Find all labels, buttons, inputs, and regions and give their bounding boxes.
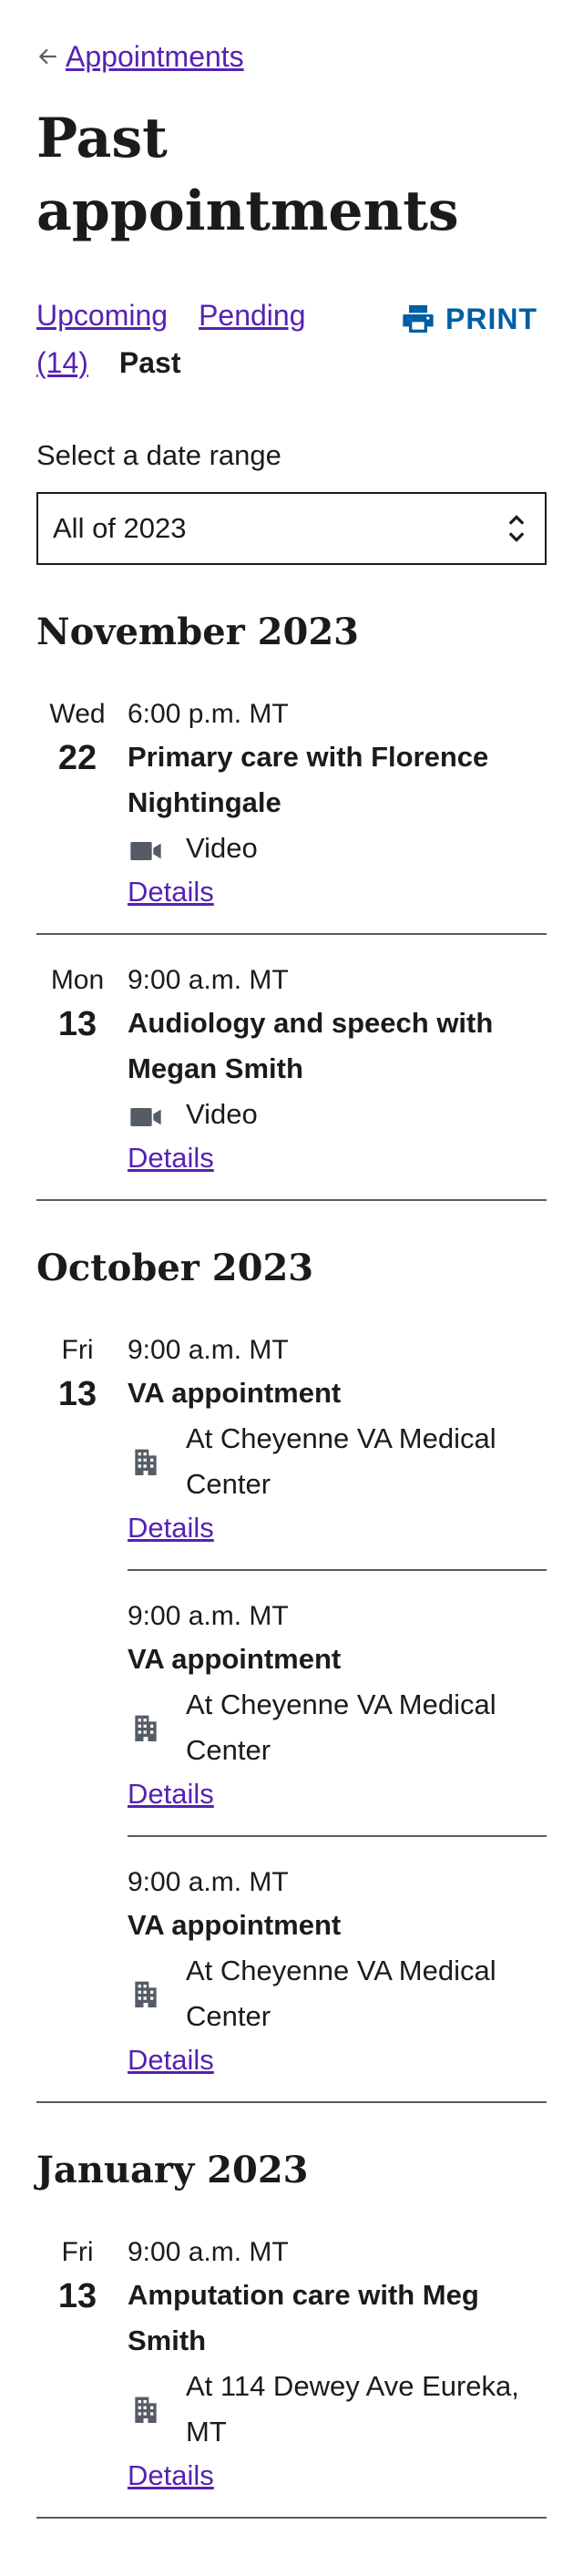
appointment-type: At 114 Dewey Ave Eureka, MT (128, 2364, 537, 2455)
appointment-item: 9:00 a.m. MT Amputation care with Meg Sm… (128, 2207, 547, 2517)
day-number: 13 (57, 1005, 97, 1043)
appointment-type-label: Video (186, 1098, 258, 1130)
appointment-time: 9:00 a.m. MT (128, 1601, 289, 1631)
date-column: Fri 13 (36, 2207, 128, 2517)
page-title: Past appointments (36, 107, 459, 243)
appointment-type: Video (128, 1092, 537, 1137)
day-of-week: Fri (61, 1335, 94, 1365)
appointment-type-label: At Cheyenne VA Medical Center (186, 1688, 496, 1766)
details-link[interactable]: Details (128, 1507, 214, 1549)
appointment-title: Audiology and speech with Megan Smith (128, 1007, 494, 1084)
month-heading: November 2023 (36, 611, 360, 653)
appointment-title: VA appointment (128, 1643, 342, 1675)
appointments: 9:00 a.m. MT Audiology and speech with M… (128, 935, 547, 1199)
print-button[interactable]: PRINT (400, 301, 537, 337)
month-section: October 2023 Fri 13 9:00 a.m. MT VA appo… (36, 1243, 547, 2103)
appointment-type: Video (128, 826, 537, 871)
appointment-title: VA appointment (128, 1377, 342, 1409)
month-section: January 2023 Fri 13 9:00 a.m. MT Amputat… (36, 2145, 547, 2519)
building-icon (128, 2391, 186, 2427)
print-label: PRINT (445, 302, 537, 335)
date-column: Wed 22 (36, 669, 128, 933)
day-of-week: Fri (61, 2237, 94, 2267)
appointment-title: Primary care with Florence Nightingale (128, 741, 489, 818)
month-heading: October 2023 (36, 1247, 314, 1289)
tab-past[interactable]: Past (119, 346, 181, 379)
date-range-value: All of 2023 (53, 512, 187, 544)
appointment-time: 9:00 a.m. MT (128, 965, 289, 995)
appointment-type: At Cheyenne VA Medical Center (128, 1416, 537, 1507)
appointment-type-label: At Cheyenne VA Medical Center (186, 1955, 496, 2032)
details-link[interactable]: Details (128, 871, 214, 913)
page: Appointments Past appointments Upcoming P… (0, 0, 583, 2555)
building-icon (128, 1443, 186, 1480)
appointment-title: VA appointment (128, 1909, 342, 1941)
building-icon (128, 1976, 186, 2012)
appointment-item: 9:00 a.m. MT VA appointment At Cheyenne … (128, 1569, 547, 1835)
day-group: Fri 13 9:00 a.m. MT Amputation care with… (36, 2207, 547, 2517)
video-icon (128, 826, 186, 869)
month-body: Fri 13 9:00 a.m. MT VA appointment At Ch… (36, 1305, 547, 2103)
date-range-select[interactable]: All of 2023 (36, 492, 547, 565)
appointment-type-label: At 114 Dewey Ave Eureka, MT (186, 2370, 519, 2448)
appointment-item: 9:00 a.m. MT Audiology and speech with M… (128, 935, 547, 1199)
date-column: Mon 13 (36, 935, 128, 1199)
appointment-time: 9:00 a.m. MT (128, 2237, 289, 2267)
appointment-item: 9:00 a.m. MT VA appointment At Cheyenne … (128, 1305, 547, 1569)
appointment-list: November 2023 Wed 22 6:00 p.m. MT Primar… (36, 607, 547, 2519)
details-link[interactable]: Details (128, 2455, 214, 2497)
video-icon (128, 1092, 186, 1135)
day-number: 13 (57, 2277, 97, 2315)
printer-icon (403, 305, 434, 333)
appointment-time: 6:00 p.m. MT (128, 699, 289, 729)
details-link[interactable]: Details (128, 1137, 214, 1179)
tab-upcoming[interactable]: Upcoming (36, 299, 168, 332)
breadcrumb-appointments-link[interactable]: Appointments (66, 36, 244, 77)
appointment-tabs: Upcoming Pending (14) Past (36, 292, 364, 386)
day-group: Fri 13 9:00 a.m. MT VA appointment At Ch… (36, 1305, 547, 2101)
appointments: 6:00 p.m. MT Primary care with Florence … (128, 669, 547, 933)
chevron-up-down-icon (508, 515, 525, 542)
appointment-time: 9:00 a.m. MT (128, 1335, 289, 1365)
day-group: Mon 13 9:00 a.m. MT Audiology and speech… (36, 933, 547, 1199)
day-of-week: Mon (50, 965, 105, 995)
day-of-week: Wed (49, 699, 106, 729)
appointment-time: 9:00 a.m. MT (128, 1867, 289, 1897)
date-range-label: Select a date range (36, 439, 281, 471)
appointment-item: 6:00 p.m. MT Primary care with Florence … (128, 669, 547, 933)
month-section: November 2023 Wed 22 6:00 p.m. MT Primar… (36, 607, 547, 1201)
appointments: 9:00 a.m. MT Amputation care with Meg Sm… (128, 2207, 547, 2517)
day-group: Wed 22 6:00 p.m. MT Primary care with Fl… (36, 669, 547, 933)
date-column: Fri 13 (36, 1305, 128, 2101)
day-number: 13 (57, 1375, 97, 1413)
month-body: Fri 13 9:00 a.m. MT Amputation care with… (36, 2207, 547, 2519)
appointment-type: At Cheyenne VA Medical Center (128, 1682, 537, 1773)
details-link[interactable]: Details (128, 1773, 214, 1815)
appointment-type-label: At Cheyenne VA Medical Center (186, 1422, 496, 1500)
details-link[interactable]: Details (128, 2039, 214, 2081)
appointment-title: Amputation care with Meg Smith (128, 2279, 479, 2356)
building-icon (128, 1709, 186, 1746)
appointments: 9:00 a.m. MT VA appointment At Cheyenne … (128, 1305, 547, 2101)
day-number: 22 (57, 739, 97, 777)
appointment-type-label: Video (186, 832, 258, 864)
arrow-left-icon (38, 48, 56, 65)
month-heading: January 2023 (36, 2149, 309, 2191)
month-body: Wed 22 6:00 p.m. MT Primary care with Fl… (36, 669, 547, 1201)
appointment-type: At Cheyenne VA Medical Center (128, 1948, 537, 2039)
appointment-item: 9:00 a.m. MT VA appointment At Cheyenne … (128, 1835, 547, 2101)
tabs-row: Upcoming Pending (14) Past PRINT (36, 292, 547, 386)
breadcrumb: Appointments (36, 0, 547, 77)
